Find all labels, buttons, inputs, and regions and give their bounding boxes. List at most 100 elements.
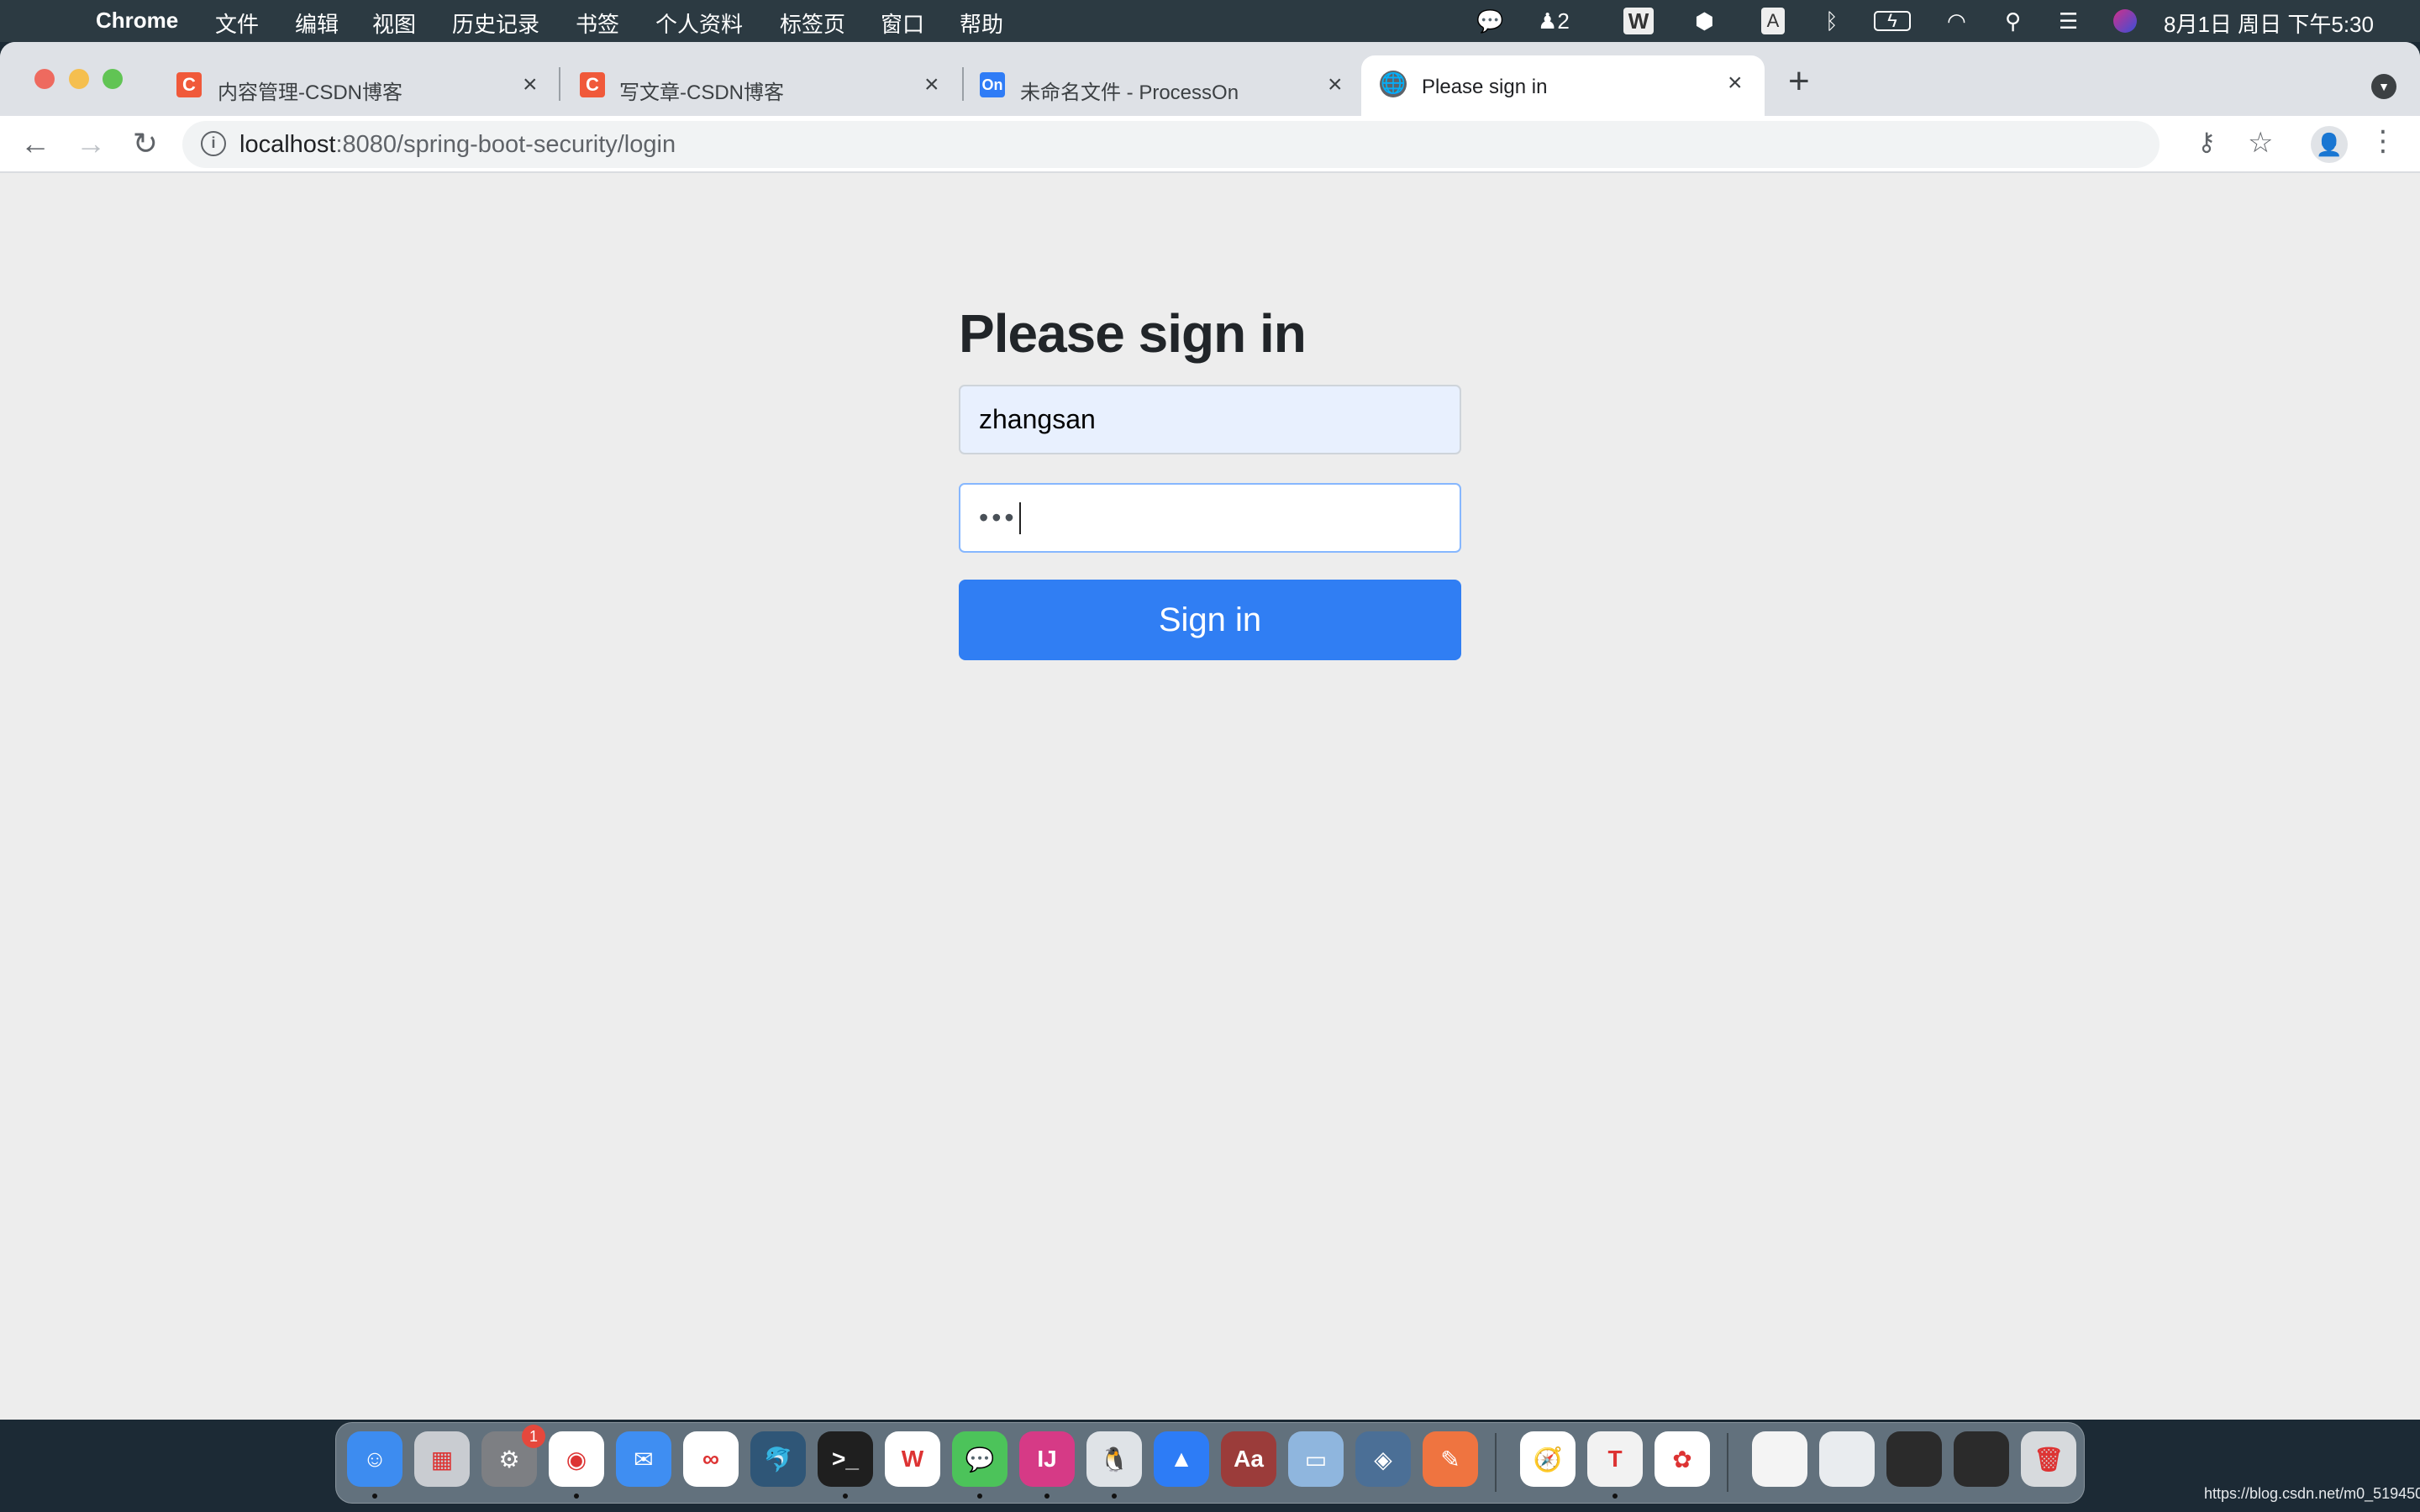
menu-help[interactable]: 帮助 (960, 8, 1003, 39)
tab-title: 内容管理-CSDN博客 (218, 81, 402, 104)
password-input[interactable]: ••• (959, 483, 1461, 553)
dock-safari-icon[interactable]: 🧭 (1520, 1431, 1576, 1487)
new-tab-button[interactable]: + (1788, 60, 1810, 102)
menu-tab[interactable]: 标签页 (780, 8, 845, 39)
dock-launchpad-icon[interactable]: ▦ (414, 1431, 470, 1487)
profile-avatar-icon[interactable]: 👤 (2311, 126, 2348, 163)
tab-close-icon[interactable]: × (523, 71, 538, 99)
dock-minimized-window-intellij-1-icon[interactable] (1886, 1431, 1942, 1487)
input-source-icon[interactable]: A (1761, 8, 1785, 34)
forward-button[interactable]: → (72, 126, 109, 161)
dock-photos-icon[interactable]: ✿ (1655, 1431, 1710, 1487)
running-indicator (1612, 1494, 1618, 1499)
tab-search-dropdown-icon[interactable]: ▼ (2371, 74, 2396, 99)
menu-edit[interactable]: 编辑 (295, 8, 339, 39)
menu-window[interactable]: 窗口 (881, 8, 924, 39)
wechat-icon[interactable]: 💬 (1476, 8, 1503, 34)
menu-file[interactable]: 文件 (215, 8, 259, 39)
dock-qq-icon[interactable]: 🐧 (1086, 1431, 1142, 1487)
dock-terminal-icon[interactable]: >_ (818, 1431, 873, 1487)
tab-content-management[interactable]: C 内容管理-CSDN博客 × (160, 59, 555, 116)
sign-in-button[interactable]: Sign in (959, 580, 1461, 660)
username-value: zhangsan (979, 404, 1096, 434)
dock-typora-icon[interactable]: T (1587, 1431, 1643, 1487)
battery-icon[interactable]: ϟ (1874, 10, 1911, 31)
close-window-button[interactable] (34, 69, 55, 89)
dock-vectornator-icon[interactable]: ✎ (1423, 1431, 1478, 1487)
wps-icon[interactable]: W (1623, 8, 1654, 34)
address-bar[interactable]: i localhost:8080/spring-boot-security/lo… (182, 121, 2273, 168)
qq-icon[interactable]: ♟ 2 (1538, 8, 1570, 34)
browser-toolbar: ← → ↻ i localhost:8080/spring-boot-secur… (0, 116, 2420, 173)
siri-icon[interactable] (2113, 9, 2137, 33)
url-text[interactable]: localhost:8080/spring-boot-security/logi… (239, 131, 676, 159)
page-title: Please sign in (959, 303, 1307, 364)
dock-separator (1727, 1433, 1728, 1492)
dock-minimized-window-intellij-2-icon[interactable] (1954, 1431, 2009, 1487)
dock-trash-icon[interactable]: 🗑 (2021, 1431, 2076, 1487)
shield-icon[interactable]: ⬢ (1695, 8, 1714, 34)
dock-minimized-window-finder-icon[interactable] (1819, 1431, 1875, 1487)
dock-chrome-icon[interactable]: ◉ (549, 1431, 604, 1487)
tab-processon[interactable]: On 未命名文件 - ProcessOn × (966, 59, 1361, 116)
bluetooth-icon[interactable]: ᛒ (1825, 8, 1839, 34)
dock-mail-icon[interactable]: ✉ (616, 1431, 671, 1487)
running-indicator (977, 1494, 982, 1499)
chrome-menu-icon[interactable]: ⋮ (2365, 124, 2402, 158)
username-input[interactable]: zhangsan (959, 385, 1461, 454)
text-caret (1018, 501, 1021, 534)
dock-minimized-window-qq-icon[interactable] (1752, 1431, 1807, 1487)
tab-close-icon[interactable]: × (924, 71, 939, 99)
tab-title: Please sign in (1422, 76, 1548, 98)
tab-divider (962, 67, 964, 101)
chrome-window: C 内容管理-CSDN博客 × C 写文章-CSDN博客 × On 未命名文件 … (0, 42, 2420, 1420)
processon-favicon-icon: On (980, 72, 1005, 97)
dock-dictionary-icon[interactable]: Aa (1221, 1431, 1276, 1487)
tab-close-icon[interactable]: × (1328, 71, 1343, 99)
menu-app-name[interactable]: Chrome (96, 8, 178, 34)
dock-wechat-icon[interactable]: 💬 (952, 1431, 1007, 1487)
running-indicator (372, 1494, 377, 1499)
dock-lanhu-icon[interactable]: ▲ (1154, 1431, 1209, 1487)
globe-icon: 🌐 (1380, 71, 1407, 97)
zoom-window-button[interactable] (103, 69, 123, 89)
qq-count: 2 (1557, 8, 1570, 34)
wifi-icon[interactable]: ◠ (1947, 8, 1966, 34)
tab-close-icon[interactable]: × (1728, 69, 1743, 97)
menu-history[interactable]: 历史记录 (452, 8, 539, 39)
spotlight-search-icon[interactable]: ⚲ (2005, 8, 2021, 34)
password-key-icon[interactable]: ⚷ (2197, 128, 2216, 157)
running-indicator (843, 1494, 848, 1499)
csdn-favicon-icon: C (176, 72, 202, 97)
page-content: Please sign in zhangsan ••• Sign in (0, 175, 2420, 1420)
tab-please-sign-in-active[interactable]: 🌐 Please sign in × (1361, 55, 1765, 116)
tab-strip: C 内容管理-CSDN博客 × C 写文章-CSDN博客 × On 未命名文件 … (0, 42, 2420, 116)
notification-badge: 1 (522, 1425, 545, 1448)
macos-menu-bar: Chrome 文件 编辑 视图 历史记录 书签 个人资料 标签页 窗口 帮助 💬… (0, 0, 2420, 42)
running-indicator (1044, 1494, 1050, 1499)
back-button[interactable]: ← (17, 126, 54, 161)
dock-mysql-workbench-icon[interactable]: 🐬 (750, 1431, 806, 1487)
menu-view[interactable]: 视图 (372, 8, 416, 39)
reload-button[interactable]: ↻ (127, 126, 164, 161)
csdn-favicon-icon: C (580, 72, 605, 97)
dock-finder-icon[interactable]: ☺ (347, 1431, 402, 1487)
dock-virtualbox-icon[interactable]: ◈ (1355, 1431, 1411, 1487)
dock-baidu-netdisk-icon[interactable]: ∞ (683, 1431, 739, 1487)
menu-clock[interactable]: 8月1日 周日 下午5:30 (2164, 8, 2374, 39)
macos-dock: ☺ ▦ ⚙ 1 ◉ ✉ ∞ 🐬 >_ W 💬 IJ 🐧 ▲ Aa ▭ ◈ ✎ 🧭 T ✿ 🗑 (335, 1422, 2085, 1504)
site-info-icon[interactable]: i (201, 131, 226, 156)
dock-wps-office-icon[interactable]: W (885, 1431, 940, 1487)
password-mask: ••• (979, 502, 1018, 533)
watermark-text: https://blog.csdn.net/m0_51945027 (2204, 1485, 2420, 1502)
menu-bookmarks[interactable]: 书签 (576, 8, 619, 39)
dock-intellij-idea-icon[interactable]: IJ (1019, 1431, 1075, 1487)
url-host: localhost (239, 131, 336, 158)
tab-title: 写文章-CSDN博客 (619, 81, 784, 104)
dock-screen-sharing-icon[interactable]: ▭ (1288, 1431, 1344, 1487)
bookmark-star-icon[interactable]: ☆ (2248, 126, 2273, 160)
tab-write-article[interactable]: C 写文章-CSDN博客 × (563, 59, 958, 116)
menu-profiles[interactable]: 个人资料 (655, 8, 743, 39)
control-center-icon[interactable]: ☰ (2059, 8, 2078, 34)
minimize-window-button[interactable] (69, 69, 89, 89)
